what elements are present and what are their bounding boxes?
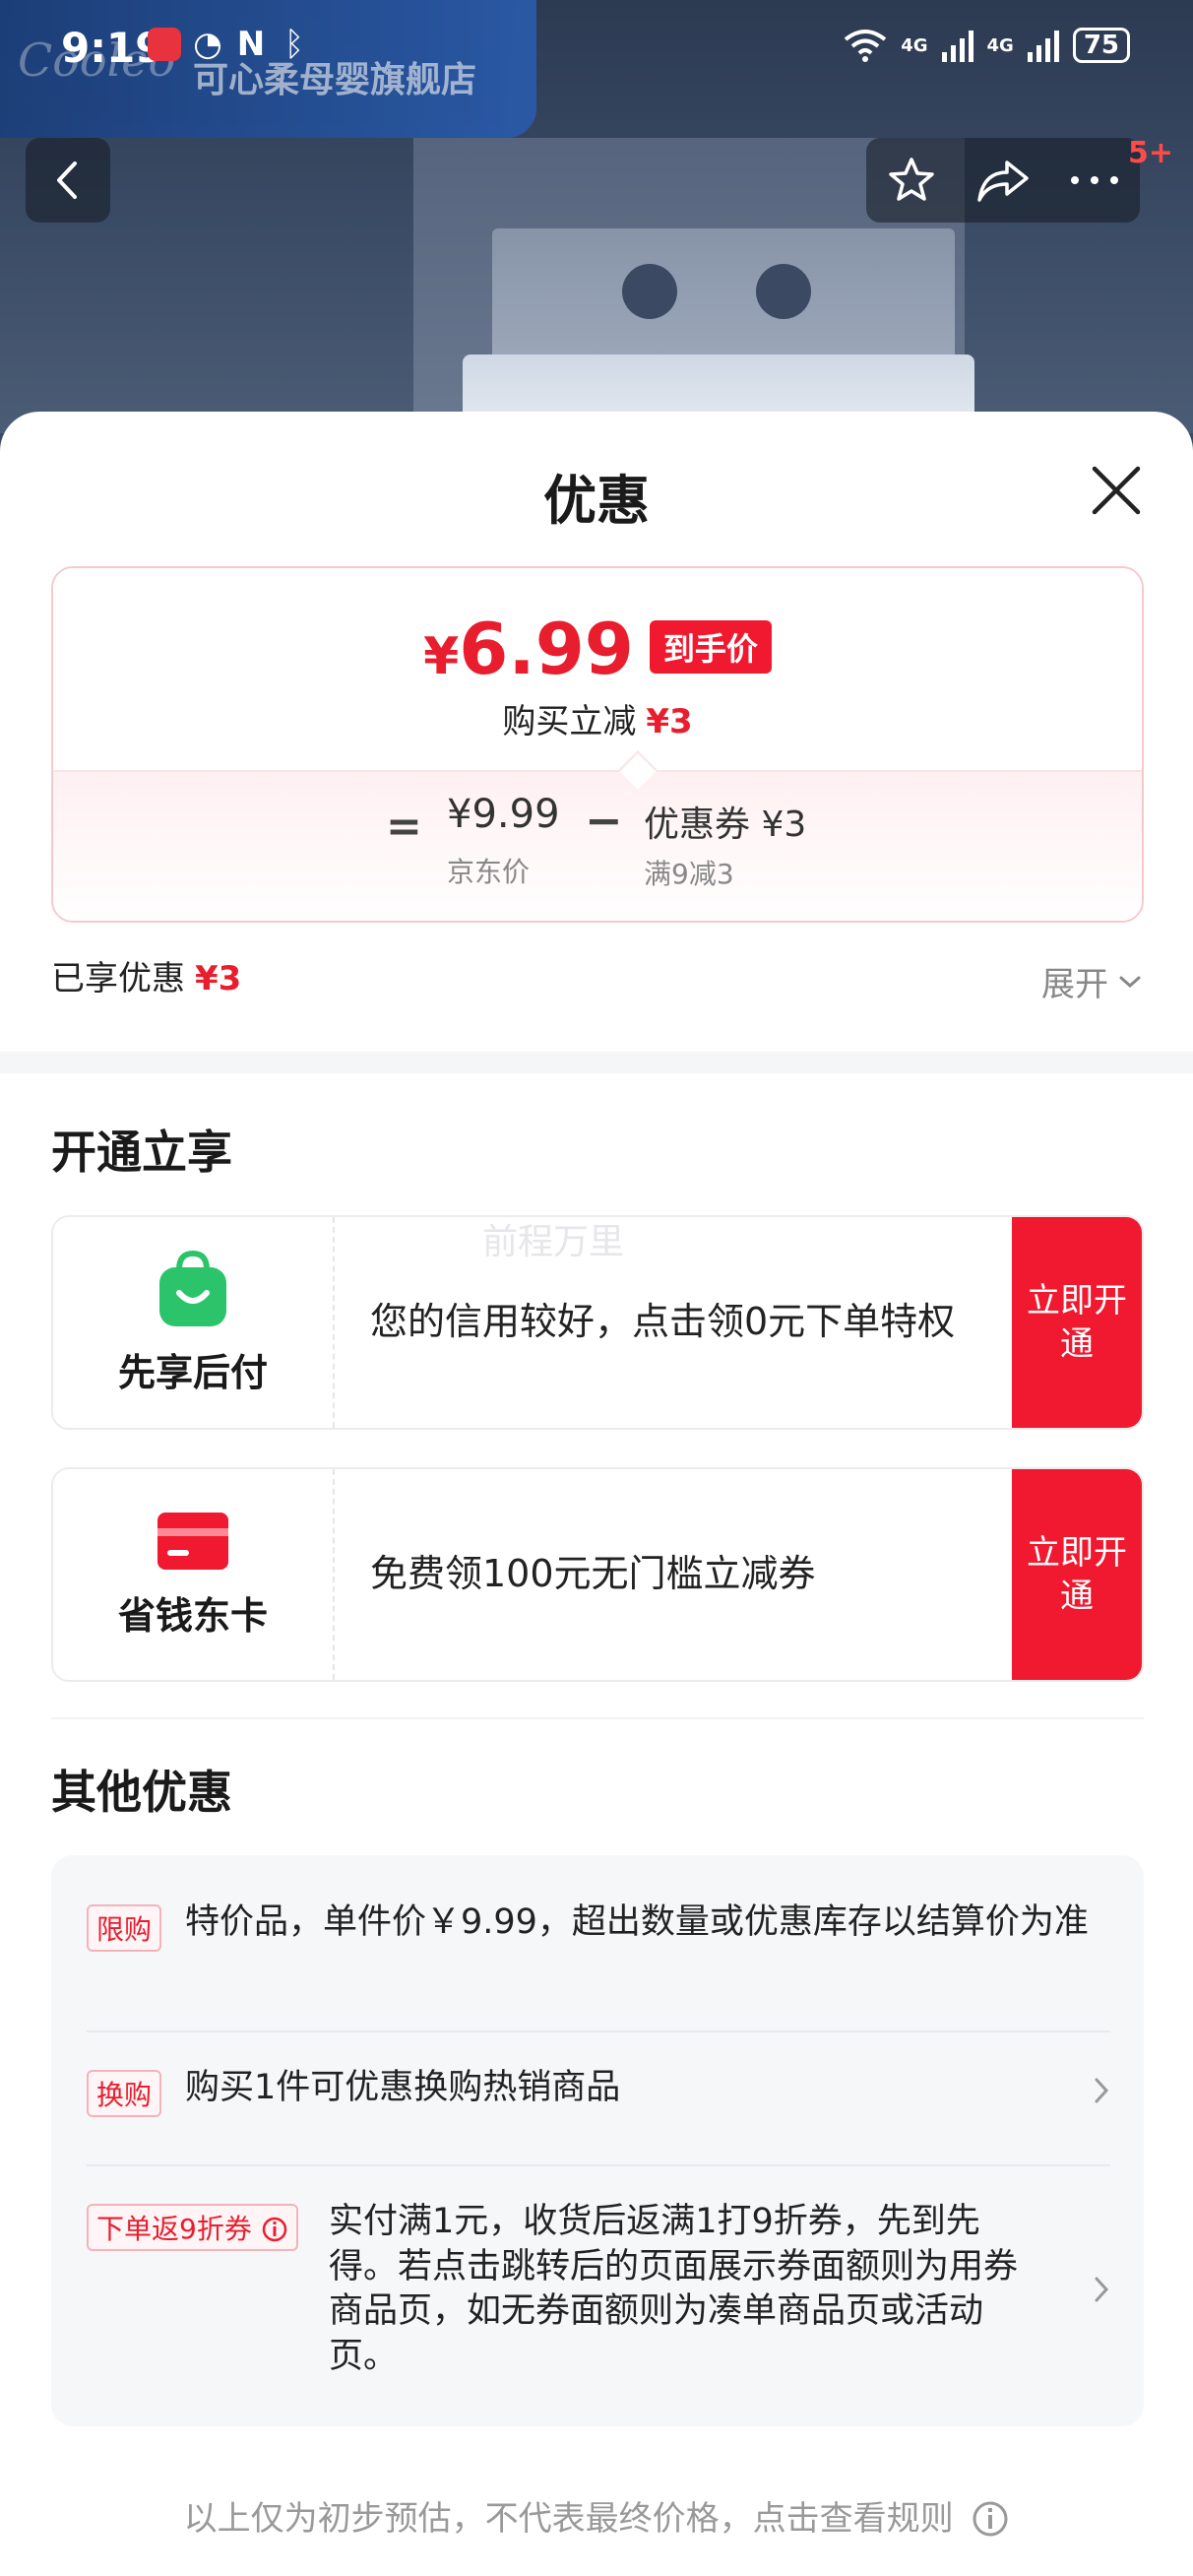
favorite-star-icon[interactable] [886,155,937,206]
instant-discount-amount: ¥3 [646,702,693,741]
network-type-a: 4G [901,34,928,56]
product-image-detail [756,264,811,319]
close-icon[interactable] [1087,461,1146,520]
promo-tag: 下单返9折券 [87,2204,298,2251]
enjoyed-amount: ¥3 [195,959,242,998]
status-bar: 9:19 ◔ N ᛒ 4G 4G 75 [0,0,1193,98]
nfc-icon: N [236,25,266,64]
activate-card-description: 免费领100元无门槛立减券 [370,1552,816,1596]
activate-card-label: 先享后付 [53,1217,335,1428]
footer-note-text: 以上仅为初步预估，不代表最终价格，点击查看规则 [183,2499,954,2539]
activate-card-name: 省钱东卡 [117,1593,268,1638]
enjoyed-label: 已享优惠 [51,959,185,998]
jd-price: ¥9.99 [447,792,560,837]
product-image-detail [622,264,677,319]
coupon-amount: 优惠券 ¥3 [644,805,807,845]
activate-card-description: 您的信用较好，点击领0元下单特权 [370,1300,956,1344]
chevron-right-icon [1095,2078,1109,2103]
price-breakdown-card: ¥6.99 到手价 购买立减 ¥3 = ¥9.99 京东价 − 优惠券 ¥3 满9减… [51,566,1144,923]
section-divider [0,1052,1193,1073]
app-notification-icon [148,28,181,61]
promo-tag-label: 下单返9折券 [96,2213,252,2245]
chevron-down-icon [1119,976,1141,988]
share-icon[interactable] [975,157,1031,204]
bluetooth-icon: ᛒ [283,25,305,64]
chevron-right-icon [1095,2277,1109,2302]
signal-a-icon [941,29,973,62]
list-item: 限购 特价品，单件价￥9.99，超出数量或优惠库存以结算价为准 [87,1900,1110,2009]
coupon-rule: 满9减3 [644,858,734,890]
activate-card-savings-card[interactable]: 省钱东卡 免费领100元无门槛立减券 立即开通 [51,1467,1144,1682]
notification-badge: 5+ [1128,136,1174,170]
row-divider [87,2164,1110,2166]
promo-text: 实付满1元，收货后返满1打9折券，先到先得。若点击跳转后的页面展示券面额则为用券… [329,2202,1019,2376]
info-icon[interactable] [261,2216,288,2243]
more-options-icon[interactable] [1069,174,1120,186]
list-item[interactable]: 换购 购买1件可优惠换购热销商品 [87,2066,1110,2125]
activate-card-label: 省钱东卡 [53,1469,335,1680]
final-price-value: 6.99 [459,608,634,690]
shopping-bag-icon [159,1250,226,1326]
status-right-icons: 4G 4G 75 [844,28,1130,63]
info-icon [973,2501,1008,2537]
price-calculation: = ¥9.99 京东价 − 优惠券 ¥3 满9减3 [53,770,1142,921]
instant-discount-label: 购买立减 [502,702,637,741]
minus-sign: − [585,794,623,847]
sheet-title: 优惠 [543,470,650,532]
promo-text: 购买1件可优惠换购热销商品 [185,2068,621,2107]
expand-label: 展开 [1041,965,1108,1004]
price-summary: ¥6.99 到手价 购买立减 ¥3 [53,568,1142,770]
activate-section-title: 开通立享 [51,1126,232,1179]
promo-tag: 换购 [87,2070,162,2117]
jd-price-label: 京东价 [447,856,531,888]
list-item[interactable]: 下单返9折券 实付满1元，收货后返满1打9折券，先到先得。若点击跳转后的页面展示… [87,2200,1110,2397]
other-discounts-list: 限购 特价品，单件价￥9.99，超出数量或优惠库存以结算价为准 换购 购买1件可… [51,1855,1144,2426]
status-notification-icons: ◔ N ᛒ [148,28,311,61]
discount-sheet: 优惠 ¥6.99 到手价 购买立减 ¥3 = ¥9.99 京东价 − 优惠券 ¥3 … [0,412,1193,2576]
expand-button[interactable]: 展开 [1041,957,1142,1005]
watermark-text: 前程万里 [482,1222,625,1262]
promo-tag: 限购 [87,1904,162,1952]
activate-card-name: 先享后付 [117,1350,268,1394]
section-divider [51,1717,1144,1719]
promo-text: 特价品，单件价￥9.99，超出数量或优惠库存以结算价为准 [185,1902,1089,1942]
wifi-icon [844,30,887,62]
battery-indicator: 75 [1072,28,1130,63]
currency-symbol: ¥ [423,627,460,686]
signal-b-icon [1027,29,1059,62]
speed-icon: ◔ [193,25,222,64]
arrive-price-tag: 到手价 [649,620,772,674]
network-type-b: 4G [986,34,1014,56]
equals-sign: = [386,802,422,852]
final-price: ¥6.99 到手价 [53,608,1142,690]
activate-now-button[interactable]: 立即开通 [1012,1217,1142,1428]
footer-rules-link[interactable]: 以上仅为初步预估，不代表最终价格，点击查看规则 [0,2491,1193,2540]
enjoyed-discount: 已享优惠 ¥3 [51,951,241,999]
back-button[interactable] [26,138,110,223]
activate-now-button[interactable]: 立即开通 [1012,1469,1142,1680]
card-icon [157,1512,228,1570]
other-section-title: 其他优惠 [51,1766,232,1819]
chevron-left-icon [57,161,77,199]
row-divider [87,2030,1110,2032]
instant-discount: 购买立减 ¥3 [53,694,1142,742]
top-action-group [866,138,1140,223]
